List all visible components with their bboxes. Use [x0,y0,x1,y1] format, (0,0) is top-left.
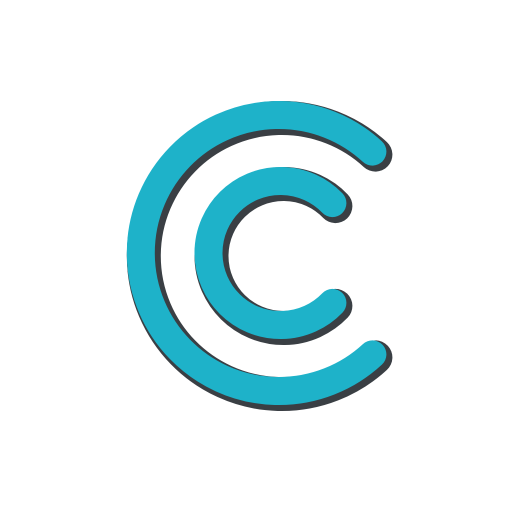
outer-c-shape [126,101,387,405]
app-icon-canvas [0,0,512,512]
logo-group [126,101,393,411]
double-c-logo-icon [126,101,393,411]
